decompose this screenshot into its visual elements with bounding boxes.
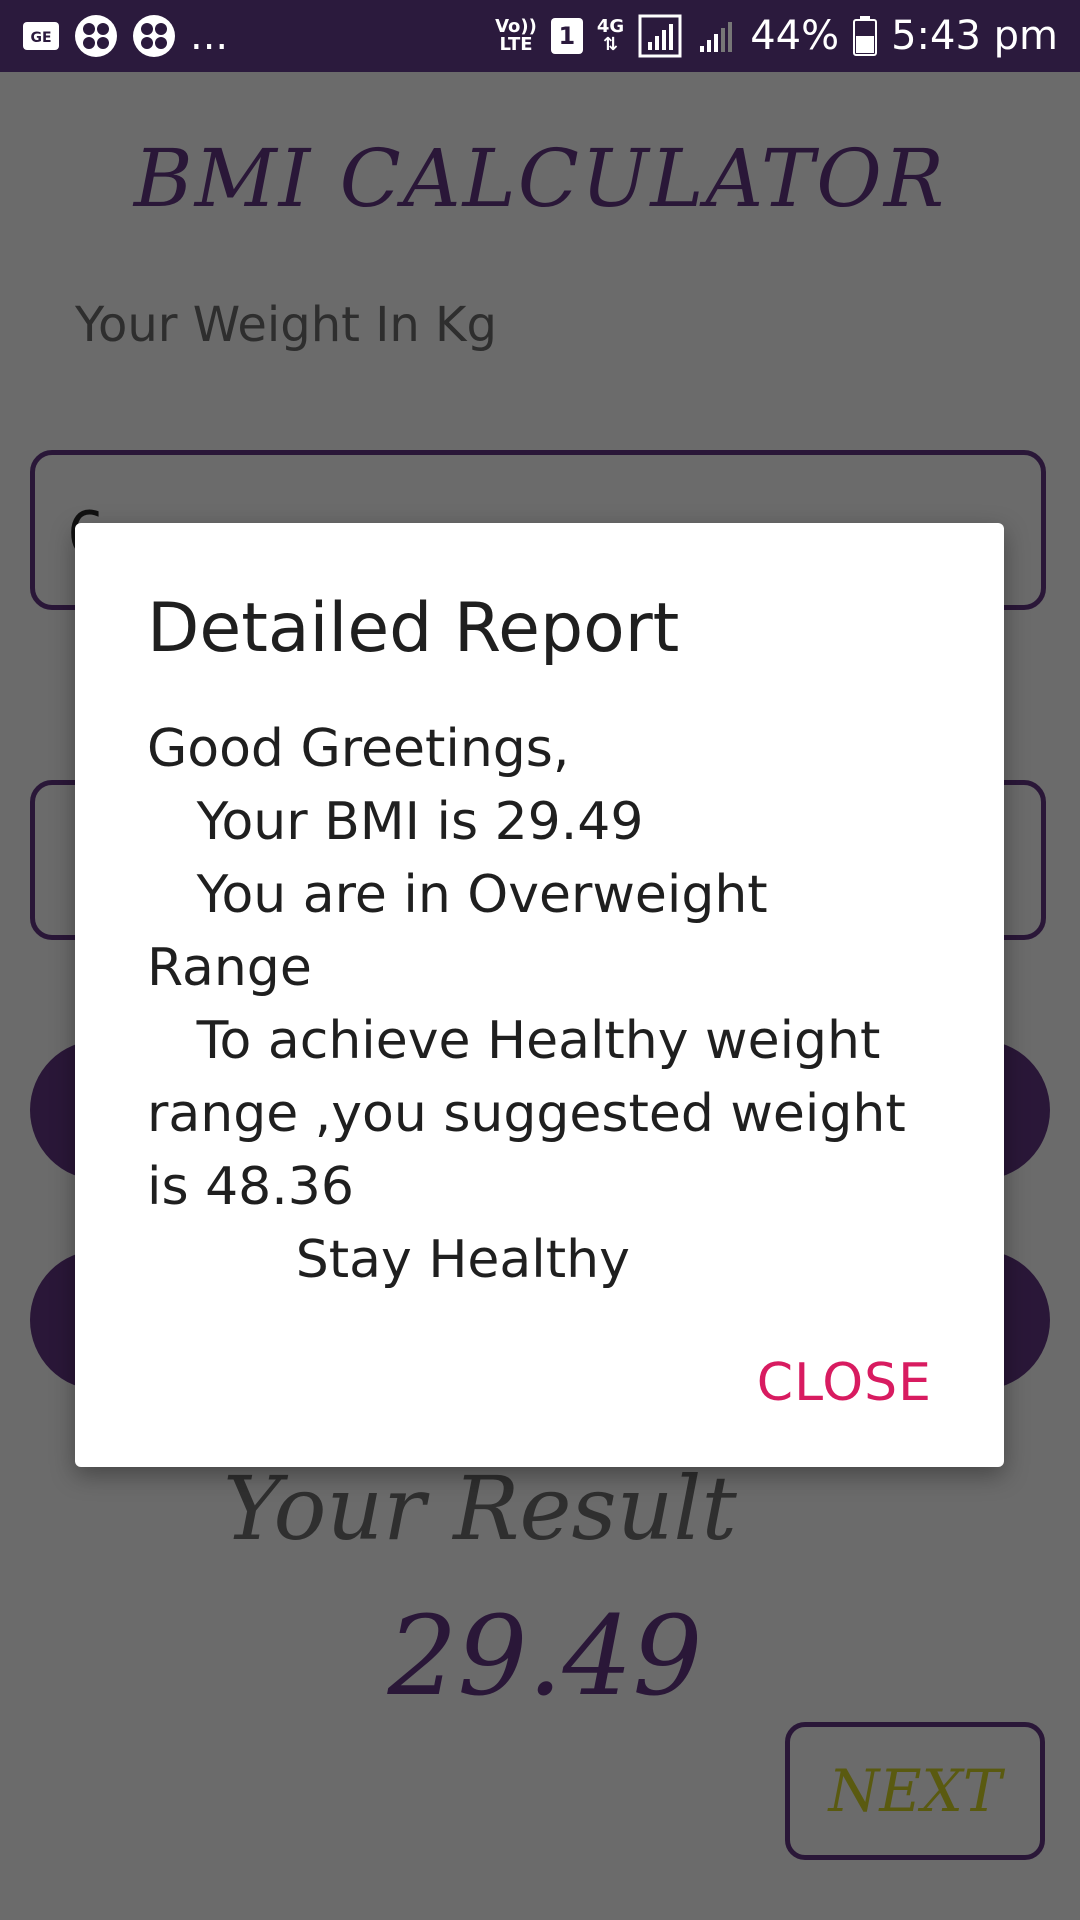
network-type-icon: 4G ⇅ [597,18,624,54]
dialog-line: You are in Overweight [147,865,768,925]
sim-icon: 1 [550,18,583,54]
volte-icon: Vo)) LTE [495,18,537,54]
next-button[interactable]: NEXT [785,1722,1045,1860]
page-title: BMI CALCULATOR [133,132,947,225]
lte-label: LTE [499,34,533,55]
data-arrows-icon: ⇅ [602,34,619,55]
status-bar: GE ... Vo)) LTE 1 4G ⇅ 44% 5:43 pm [0,0,1080,72]
battery-icon [853,16,878,56]
dialog-line: Your BMI is 29.49 [147,792,644,852]
signal-secondary-icon [696,16,736,56]
dialog-line: To achieve Healthy weight [147,1011,881,1071]
weight-label: Your Weight In Kg [75,297,497,353]
signal-icon [638,14,682,58]
dialog-line: Good Greetings, [147,719,570,779]
status-left: GE ... [22,13,228,59]
ge-icon: GE [22,21,60,51]
dialog-line: range ,you suggested weight [147,1084,906,1144]
battery-percent: 44% [750,13,840,59]
overflow-indicator: ... [190,13,229,59]
close-button[interactable]: CLOSE [757,1353,932,1413]
sim-number: 1 [558,22,576,50]
clock: 5:43 pm [891,13,1058,59]
svg-text:GE: GE [30,30,51,46]
dialog-line: Stay Healthy [147,1230,630,1290]
status-right: Vo)) LTE 1 4G ⇅ 44% 5:43 pm [495,13,1058,59]
dialog-line: Range [147,938,312,998]
result-value: 29.49 [387,1592,703,1720]
dialog-title: Detailed Report [147,589,680,668]
app-icon [74,14,118,58]
dialog-line: is 48.36 [147,1157,354,1217]
result-label: Your Result [223,1457,737,1560]
detailed-report-dialog: Detailed Report Good Greetings, Your BMI… [75,523,1004,1467]
app-icon [132,14,176,58]
dialog-message: Good Greetings, Your BMI is 29.49 You ar… [147,713,947,1297]
